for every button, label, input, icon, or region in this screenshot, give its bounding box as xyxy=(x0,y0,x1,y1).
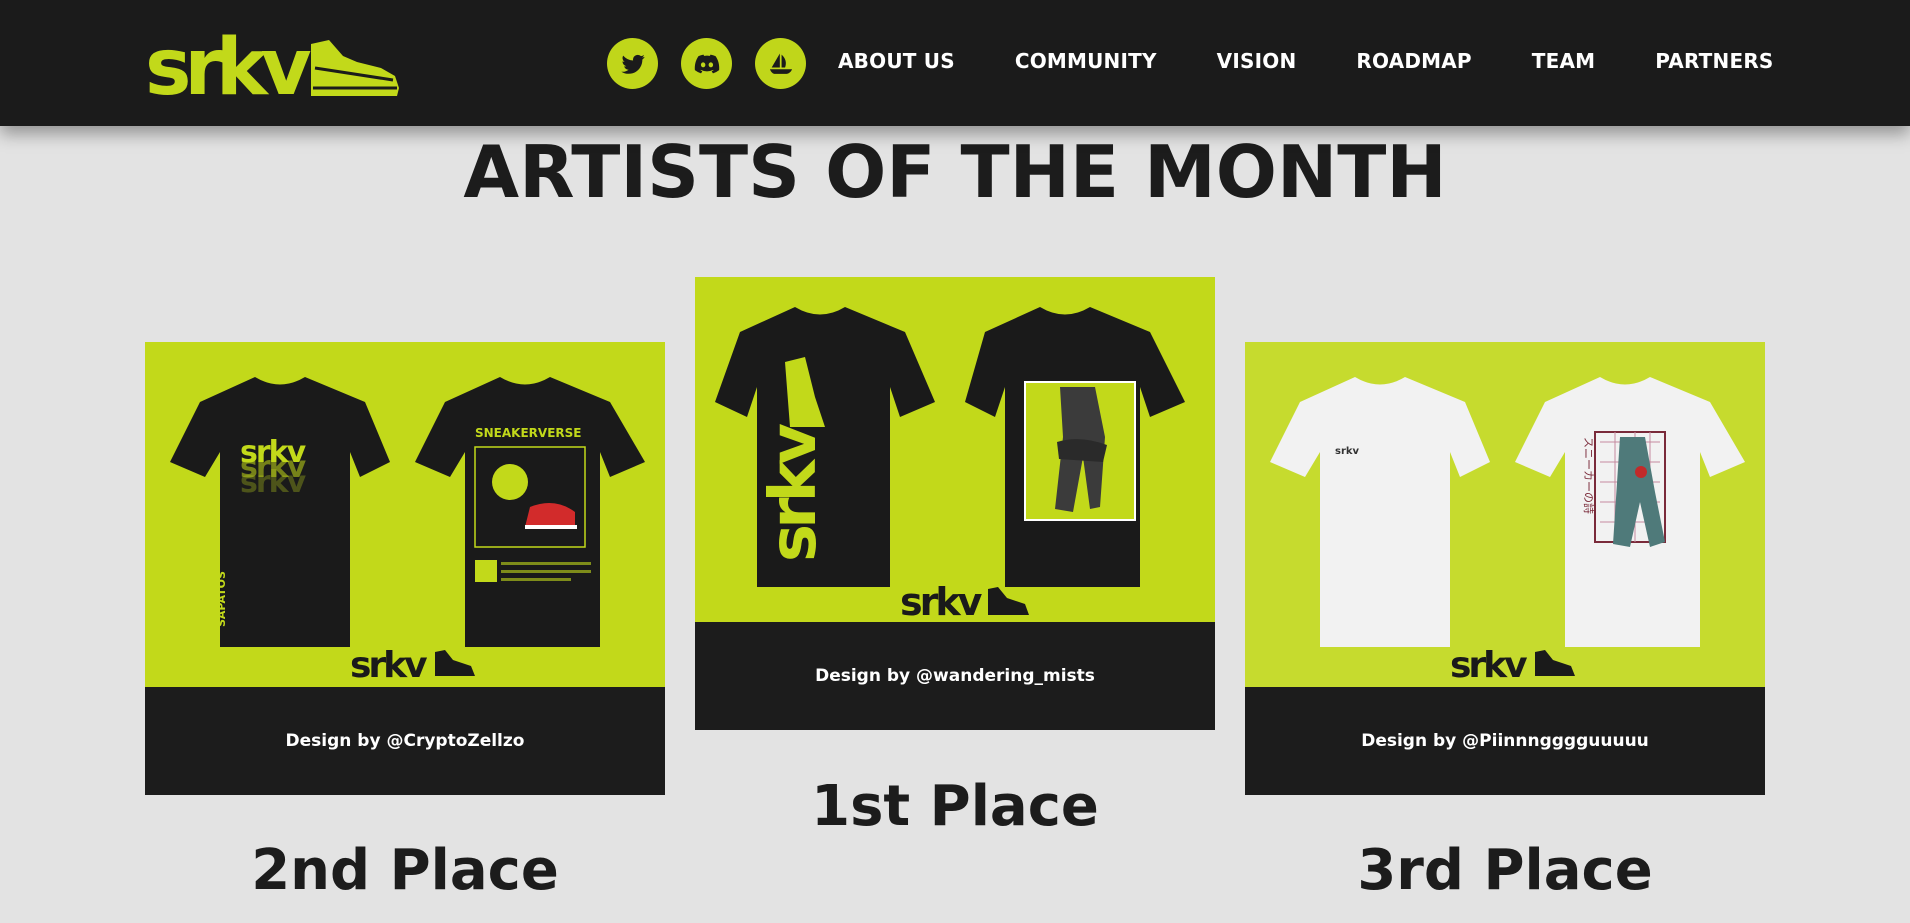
tshirt-design-image: srkv スニーカーの詩 srkv xyxy=(1245,342,1765,687)
logo-wordmark: srkv xyxy=(145,23,311,104)
main-nav: ABOUT US COMMUNITY VISION ROADMAP TEAM P… xyxy=(838,49,1774,73)
nav-roadmap[interactable]: ROADMAP xyxy=(1356,49,1471,73)
tshirt-design-image: srkv srkv srkv SAPATOS SNEAKERVERSE srkv xyxy=(145,342,665,687)
opensea-icon xyxy=(769,53,792,74)
placement-label-first: 1st Place xyxy=(811,774,1099,839)
artist-credit: Design by @wandering_mists xyxy=(815,666,1095,686)
nav-community[interactable]: COMMUNITY xyxy=(1015,49,1157,73)
artist-credit: Design by @CryptoZellzo xyxy=(285,731,525,751)
social-links xyxy=(607,38,806,89)
twitter-icon xyxy=(620,54,645,74)
nav-team[interactable]: TEAM xyxy=(1532,49,1596,73)
svg-text:srkv: srkv xyxy=(1450,645,1527,686)
shirt-front-logo: srkv xyxy=(757,424,831,562)
nav-about-us[interactable]: ABOUT US xyxy=(838,49,955,73)
tshirt-design-image: srkv srkv xyxy=(695,277,1215,622)
top-navigation-bar: srkv ABOUT US COMMUNITY VISION ROADMAP T… xyxy=(0,0,1910,126)
srkv-logo[interactable]: srkv xyxy=(143,22,403,104)
svg-text:srkv: srkv xyxy=(1335,446,1360,457)
nav-vision[interactable]: VISION xyxy=(1217,49,1297,73)
twitter-button[interactable] xyxy=(607,38,658,89)
svg-text:srkv: srkv xyxy=(350,645,427,686)
shirt-back-print: スニーカーの詩 xyxy=(1582,437,1595,514)
page-title: ARTISTS OF THE MONTH xyxy=(463,130,1447,214)
svg-text:srkv: srkv xyxy=(900,580,983,622)
shirt-side-print: SAPATOS xyxy=(215,571,228,627)
placement-label-second: 2nd Place xyxy=(251,838,559,903)
discord-icon xyxy=(694,54,719,73)
opensea-button[interactable] xyxy=(755,38,806,89)
shirt-back-print: SNEAKERVERSE xyxy=(475,426,581,440)
nav-partners[interactable]: PARTNERS xyxy=(1655,49,1773,73)
placement-label-third: 3rd Place xyxy=(1357,838,1653,903)
artist-card-third: srkv スニーカーの詩 srkv Design by @Piinnnggggu… xyxy=(1245,342,1765,795)
svg-text:srkv: srkv xyxy=(240,465,307,500)
artist-card-second: srkv srkv srkv SAPATOS SNEAKERVERSE srkv… xyxy=(145,342,665,795)
artist-credit: Design by @Piinnngggguuuuu xyxy=(1361,731,1649,751)
discord-button[interactable] xyxy=(681,38,732,89)
artist-card-first: srkv srkv Design by @wandering_mists xyxy=(695,277,1215,730)
